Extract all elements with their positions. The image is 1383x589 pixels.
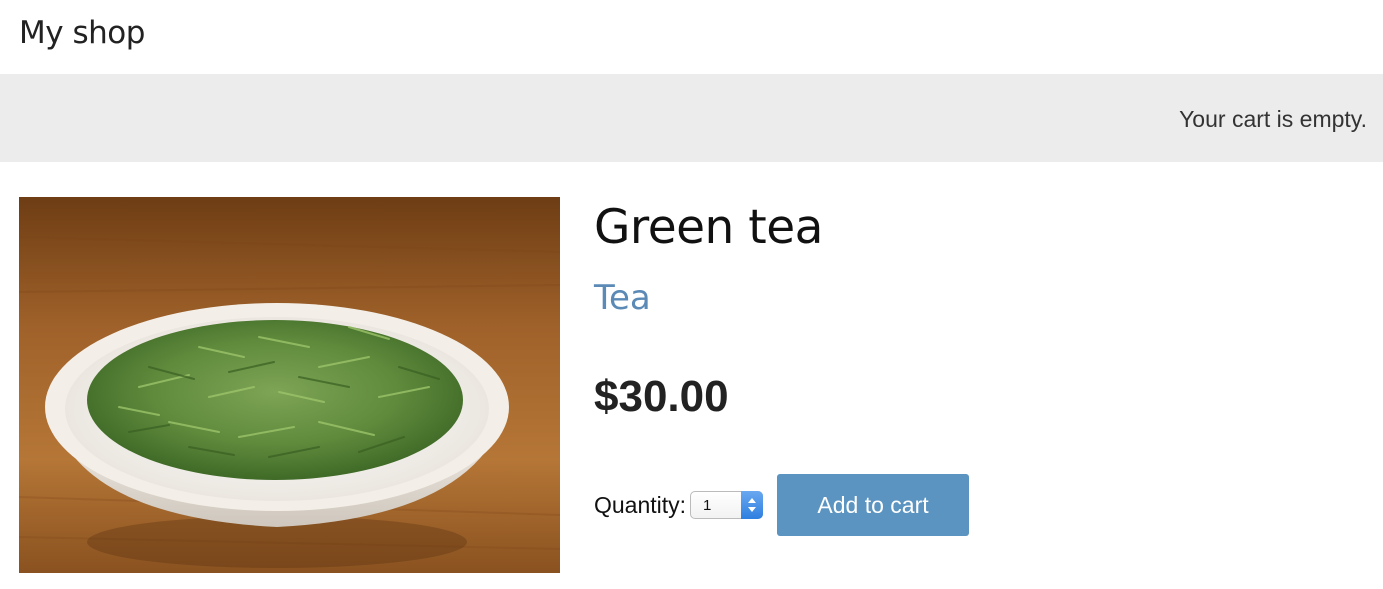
product-image — [19, 197, 560, 573]
header: My shop — [0, 0, 1383, 74]
add-to-cart-form: Quantity: 1 Add to cart — [594, 474, 970, 536]
cart-status-text: Your cart is empty. — [1179, 106, 1367, 132]
quantity-select[interactable]: 1 — [690, 491, 764, 519]
select-arrows-icon[interactable] — [741, 491, 764, 519]
add-to-cart-button[interactable]: Add to cart — [777, 474, 970, 536]
quantity-value: 1 — [703, 497, 712, 514]
shop-logo-link[interactable]: My shop — [19, 15, 145, 51]
product-price: $30.00 — [594, 372, 729, 421]
cart-subheader: Your cart is empty. — [0, 74, 1383, 162]
product-category-link[interactable]: Tea — [594, 278, 651, 318]
green-tea-bowl-photo — [19, 197, 560, 573]
product-title: Green tea — [594, 200, 823, 255]
quantity-label: Quantity: — [594, 491, 687, 518]
